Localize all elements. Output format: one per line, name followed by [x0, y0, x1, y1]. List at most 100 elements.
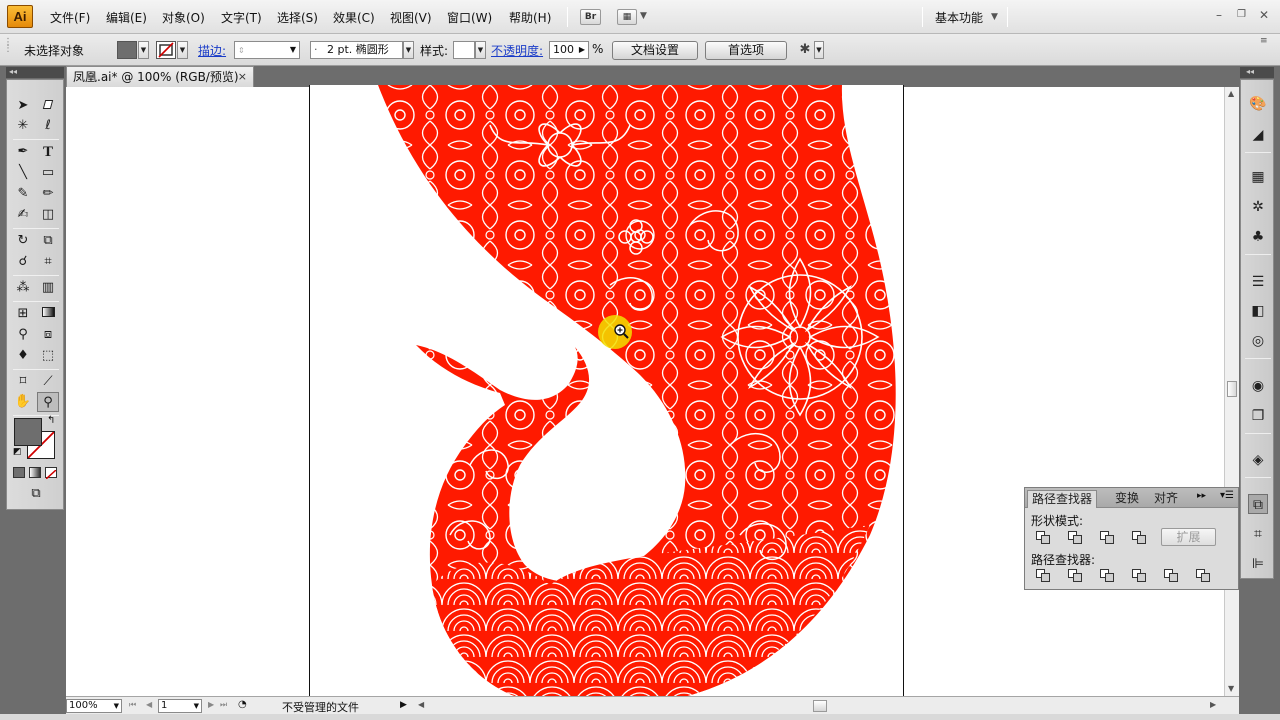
bridge-button[interactable]: Br [580, 9, 601, 25]
mesh-tool-icon[interactable]: ⊞ [12, 304, 34, 324]
expand-dock-icon[interactable]: ◂◂ [1246, 67, 1254, 76]
gradient-mode-icon[interactable] [29, 467, 41, 478]
panel-menu-icon[interactable]: ▾☰ [1220, 490, 1234, 501]
trim-icon[interactable] [1067, 568, 1085, 584]
swatches-panel-icon[interactable]: ▦ [1248, 167, 1268, 187]
menu-select[interactable]: 选择(S) [277, 9, 318, 26]
menu-edit[interactable]: 编辑(E) [106, 9, 147, 26]
menu-file[interactable]: 文件(F) [50, 9, 90, 26]
workspace-dropdown-icon[interactable]: ▼ [991, 12, 998, 22]
arrange-dropdown-icon[interactable]: ▼ [640, 11, 647, 21]
outline-icon[interactable] [1163, 568, 1181, 584]
fill-color-swatch[interactable] [117, 41, 137, 59]
workspace-switcher[interactable]: 基本功能 [935, 9, 983, 26]
scroll-left-icon[interactable]: ◀ [418, 700, 424, 709]
live-paint-bucket-tool-icon[interactable]: ♦ [12, 346, 34, 366]
screen-mode-icon[interactable]: ⧉ [23, 484, 49, 504]
brush-dropdown-icon[interactable]: ▼ [403, 41, 414, 59]
merge-icon[interactable] [1099, 568, 1117, 584]
isolation-mode-icon[interactable]: ✱ [796, 41, 814, 59]
first-artboard-icon[interactable]: ⏮ [129, 700, 136, 710]
zoom-level-field[interactable]: 100% ▼ [66, 699, 122, 713]
control-bar-grip-icon[interactable]: ⋮ ⋮ [3, 38, 13, 54]
next-artboard-icon[interactable]: ▶ [208, 700, 214, 709]
gradient-panel-icon[interactable]: ◧ [1248, 301, 1268, 321]
minus-front-icon[interactable] [1067, 530, 1085, 546]
artboard-number-field[interactable]: 1 ▼ [158, 699, 202, 713]
stroke-dropdown-icon[interactable]: ▼ [177, 41, 188, 59]
blend-tool-icon[interactable]: ⧈ [37, 325, 59, 345]
artboard-dropdown-icon[interactable]: ▼ [194, 700, 199, 712]
hand-tool-icon[interactable]: ✋ [12, 392, 34, 412]
status-menu-icon[interactable]: ◔ [238, 699, 247, 710]
document-setup-button[interactable]: 文档设置 [612, 41, 698, 60]
eraser-tool-icon[interactable]: ◫ [37, 205, 59, 225]
close-window-icon[interactable]: ✕ [1259, 8, 1269, 22]
slice-tool-icon[interactable]: ⟋ [37, 372, 59, 392]
lasso-tool-icon[interactable]: ℓ [37, 116, 59, 136]
expand-button[interactable]: 扩展 [1161, 528, 1216, 546]
menu-type[interactable]: 文字(T) [221, 9, 262, 26]
document-tab[interactable]: 凤凰.ai* @ 100% (RGB/预览) × [66, 66, 254, 87]
pathfinder-panel-icon[interactable]: ⧉ [1248, 494, 1268, 514]
scroll-right-icon[interactable]: ▶ [1210, 700, 1216, 709]
tool-panel-header[interactable]: ◂◂ [6, 67, 64, 78]
dock-header[interactable]: ◂◂ [1240, 67, 1274, 78]
previous-artboard-icon[interactable]: ◀ [146, 700, 152, 709]
opacity-arrow-icon[interactable]: ▶ [579, 42, 585, 58]
line-tool-icon[interactable]: ╲ [12, 163, 34, 183]
stroke-weight-field[interactable]: ⇕ ▼ [234, 41, 300, 59]
menu-help[interactable]: 帮助(H) [509, 9, 551, 26]
opacity-field[interactable]: 100 ▶ [549, 41, 589, 59]
color-mode-icon[interactable] [13, 467, 25, 478]
selection-tool-icon[interactable]: ➤ [12, 96, 34, 116]
transform-panel-icon[interactable]: ⌗ [1248, 524, 1268, 544]
menu-view[interactable]: 视图(V) [390, 9, 432, 26]
canvas-area[interactable] [66, 85, 1224, 698]
transparency-panel-icon[interactable]: ◎ [1248, 331, 1268, 351]
close-document-icon[interactable]: × [238, 67, 247, 87]
vertical-scrollbar[interactable]: ▲ ▼ [1224, 87, 1239, 696]
restore-icon[interactable]: ❐ [1237, 9, 1246, 20]
fill-swatch[interactable] [14, 418, 42, 446]
style-dropdown-icon[interactable]: ▼ [475, 41, 486, 59]
none-mode-icon[interactable] [45, 467, 57, 480]
free-transform-tool-icon[interactable]: ⌗ [37, 252, 59, 272]
brushes-panel-icon[interactable]: ✲ [1248, 197, 1268, 217]
artboard-tool-icon[interactable]: ⌑ [12, 372, 34, 392]
paintbrush-tool-icon[interactable]: ✎ [12, 184, 34, 204]
stepper-icon[interactable]: ⇕ [238, 46, 245, 55]
appearance-panel-icon[interactable]: ◉ [1248, 376, 1268, 396]
collapse-panel-icon[interactable]: ▸▸ [1197, 491, 1206, 501]
blob-brush-tool-icon[interactable]: ✍ [12, 205, 34, 225]
control-panel-menu-icon[interactable]: ▼ [814, 41, 824, 59]
menu-object[interactable]: 对象(O) [162, 9, 205, 26]
intersect-icon[interactable] [1099, 530, 1117, 546]
rotate-tool-icon[interactable]: ↻ [12, 231, 34, 251]
pencil-tool-icon[interactable]: ✏ [37, 184, 59, 204]
warp-tool-icon[interactable]: ☌ [12, 252, 34, 272]
menu-effect[interactable]: 效果(C) [333, 9, 375, 26]
collapse-panel-icon[interactable]: ◂◂ [9, 67, 17, 76]
graphic-style-swatch[interactable] [453, 41, 475, 59]
arrange-documents-icon[interactable]: ▦ [617, 9, 637, 25]
color-panel-icon[interactable]: 🎨 [1248, 94, 1268, 114]
scroll-up-icon[interactable]: ▲ [1228, 89, 1234, 98]
menu-window[interactable]: 窗口(W) [447, 9, 492, 26]
crop-icon[interactable] [1131, 568, 1149, 584]
type-tool-icon[interactable]: T [37, 142, 59, 162]
tab-pathfinder[interactable]: 路径查找器 [1027, 490, 1098, 508]
opacity-label[interactable]: 不透明度: [491, 42, 543, 59]
scale-tool-icon[interactable]: ⧉ [37, 231, 59, 251]
exclude-icon[interactable] [1131, 530, 1149, 546]
stroke-weight-dropdown-icon[interactable]: ▼ [290, 42, 296, 58]
fill-dropdown-icon[interactable]: ▼ [138, 41, 149, 59]
vertical-scroll-thumb[interactable] [1227, 381, 1237, 397]
minus-back-icon[interactable] [1195, 568, 1213, 584]
zoom-tool-icon[interactable]: ⚲ [37, 392, 59, 412]
zoom-dropdown-icon[interactable]: ▼ [114, 700, 119, 712]
symbol-sprayer-tool-icon[interactable]: ⁂ [12, 278, 34, 298]
eyedropper-tool-icon[interactable]: ⚲ [12, 325, 34, 345]
layers-panel-icon[interactable]: ◈ [1248, 450, 1268, 470]
stroke-color-swatch[interactable] [156, 41, 176, 59]
